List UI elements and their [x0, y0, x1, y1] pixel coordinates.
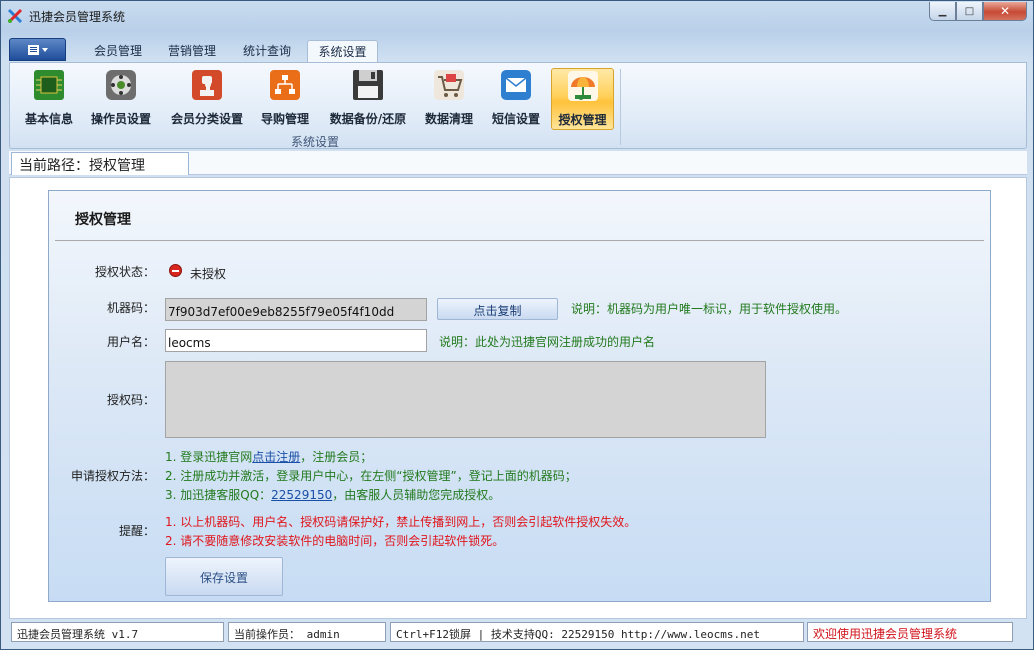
ribbon-label: 会员分类设置 — [170, 112, 243, 126]
chip-icon — [32, 68, 66, 102]
ribbon-sms-settings[interactable]: 短信设置 — [486, 68, 546, 130]
username-note: 说明：此处为迅捷官网注册成功的用户名 — [439, 335, 656, 349]
window-controls: ▁ □ ✕ — [929, 2, 1027, 22]
step-text: ，由客服人员辅助您完成授权。 — [332, 488, 501, 502]
ribbon-label: 数据备份/还原 — [329, 112, 407, 126]
step-text: 1. 登录迅捷官网 — [165, 450, 253, 464]
ribbon-label: 数据清理 — [424, 112, 473, 126]
machine-code-label: 机器码： — [106, 301, 155, 315]
ribbon-shopping-guide-management[interactable]: 导购管理 — [256, 68, 314, 130]
ribbon-panel: 基本信息 操作员设置 会员分类设置 导购管理 数据备份/还原 数据清理 短信设置… — [9, 62, 1027, 149]
title-bar: 迅捷会员管理系统 ▁ □ ✕ — [1, 1, 1033, 31]
ribbon-label: 操作员设置 — [90, 112, 151, 126]
authorization-panel: 授权管理 授权状态： 未授权 机器码： 点击复制 说明：机器码为用户唯一标识，用… — [48, 190, 991, 602]
app-window: 迅捷会员管理系统 ▁ □ ✕ 会员管理 营销管理 统计查询 系统设置 基本信息 … — [0, 0, 1034, 650]
qq-link[interactable]: 22529150 — [271, 488, 332, 502]
machine-code-note: 说明：机器码为用户唯一标识，用于软件授权使用。 — [571, 302, 848, 316]
ribbon-tab-row: 会员管理 营销管理 统计查询 系统设置 — [9, 38, 1027, 62]
breadcrumb-bar: 当前路径：授权管理 — [9, 151, 1027, 175]
tab-marketing-management[interactable]: 营销管理 — [157, 40, 227, 62]
status-value: 未授权 — [190, 267, 227, 281]
puzzle-icon — [190, 68, 224, 102]
ribbon-label: 导购管理 — [260, 112, 309, 126]
ribbon-authorization-management[interactable]: 授权管理 — [551, 68, 614, 130]
register-link[interactable]: 点击注册 — [252, 450, 300, 464]
save-button[interactable]: 保存设置 — [165, 557, 283, 596]
machine-code-field[interactable] — [165, 298, 427, 321]
tab-system-settings[interactable]: 系统设置 — [307, 40, 378, 62]
username-field[interactable] — [165, 329, 427, 352]
step-text: ，注册会员； — [300, 450, 373, 464]
apply-step-3: 3. 加迅捷客服QQ：22529150，由客服人员辅助您完成授权。 — [165, 486, 500, 503]
copy-button[interactable]: 点击复制 — [437, 298, 558, 320]
umbrella-icon — [566, 69, 600, 103]
username-label: 用户名： — [106, 335, 155, 349]
ribbon-data-cleanup[interactable]: 数据清理 — [420, 68, 478, 130]
ribbon-basic-info[interactable]: 基本信息 — [18, 68, 80, 130]
org-chart-icon — [268, 68, 302, 102]
floppy-disk-icon — [351, 68, 385, 102]
divider — [55, 240, 984, 241]
status-support: Ctrl+F12锁屏 | 技术支持QQ: 22529150 http://www… — [390, 622, 804, 642]
warning-1: 1. 以上机器码、用户名、授权码请保护好，禁止传播到网上，否则会引起软件授权失效… — [165, 515, 637, 529]
ribbon-operator-settings[interactable]: 操作员设置 — [86, 68, 156, 130]
panel-title: 授权管理 — [75, 212, 131, 228]
tab-statistics-query[interactable]: 统计查询 — [232, 40, 302, 62]
gamepad-icon — [104, 68, 138, 102]
auth-code-field[interactable] — [165, 361, 766, 438]
status-label: 授权状态： — [94, 265, 155, 279]
window-title: 迅捷会员管理系统 — [29, 10, 126, 24]
maximize-button[interactable]: □ — [956, 2, 983, 21]
status-bar: 迅捷会员管理系统 v1.7 当前操作员： admin Ctrl+F12锁屏 | … — [9, 621, 1027, 643]
auth-code-label: 授权码： — [106, 393, 155, 407]
ribbon-label: 基本信息 — [24, 112, 73, 126]
ribbon-data-backup-restore[interactable]: 数据备份/还原 — [324, 68, 412, 130]
ribbon-group-separator — [620, 69, 621, 145]
not-authorized-icon — [169, 264, 182, 277]
apply-step-2: 2. 注册成功并激活，登录用户中心，在左侧“授权管理”，登记上面的机器码； — [165, 469, 577, 483]
breadcrumb: 当前路径：授权管理 — [11, 152, 189, 175]
app-logo-icon — [7, 8, 23, 24]
ribbon-label: 短信设置 — [491, 112, 540, 126]
app-menu-button[interactable] — [9, 38, 66, 61]
warning-2: 2. 请不要随意修改安装软件的电脑时间，否则会引起软件锁死。 — [165, 534, 505, 548]
close-button[interactable]: ✕ — [983, 2, 1027, 21]
status-welcome: 欢迎使用迅捷会员管理系统 — [807, 622, 1013, 642]
main-content: 授权管理 授权状态： 未授权 机器码： 点击复制 说明：机器码为用户唯一标识，用… — [9, 177, 1027, 619]
status-version: 迅捷会员管理系统 v1.7 — [11, 622, 224, 642]
tab-member-management[interactable]: 会员管理 — [83, 40, 153, 62]
apply-step-1: 1. 登录迅捷官网点击注册，注册会员； — [165, 448, 372, 465]
apply-method-label: 申请授权方法： — [70, 469, 155, 483]
minimize-button[interactable]: ▁ — [929, 2, 956, 21]
remind-label: 提醒： — [118, 524, 155, 538]
envelope-icon — [499, 68, 533, 102]
step-text: 3. 加迅捷客服QQ： — [165, 488, 272, 502]
ribbon-label: 授权管理 — [558, 113, 607, 127]
menu-icon — [27, 44, 48, 55]
ribbon-member-category-settings[interactable]: 会员分类设置 — [166, 68, 248, 130]
shopping-cart-icon — [432, 68, 466, 102]
status-operator: 当前操作员： admin — [228, 622, 386, 642]
ribbon-group-label: 系统设置 — [290, 135, 339, 149]
